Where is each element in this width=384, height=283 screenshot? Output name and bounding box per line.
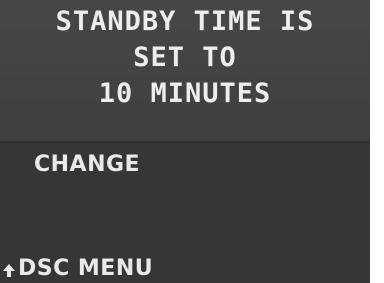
change-option[interactable]: CHANGE [34, 153, 140, 177]
options-panel: CHANGE DSC MENU [0, 143, 370, 283]
message-panel: STANDBY TIME IS SET TO 10 MINUTES [0, 0, 370, 141]
standby-message-line-3: 10 MINUTES [98, 78, 272, 109]
return-arrow-icon [0, 257, 18, 281]
lcd-screen: STANDBY TIME IS SET TO 10 MINUTES CHANGE… [0, 0, 370, 283]
back-label: DSC MENU [18, 256, 154, 281]
standby-message-line-2: SET TO [133, 42, 237, 73]
standby-message-line-1: STANDBY TIME IS [55, 6, 315, 37]
